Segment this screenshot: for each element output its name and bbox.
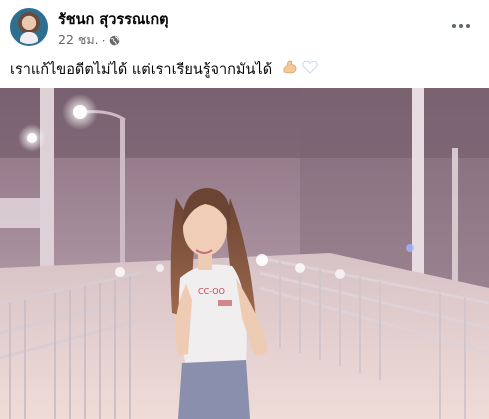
white-heart-emoji — [302, 60, 318, 74]
timestamp[interactable]: 22 ชม. — [58, 30, 99, 50]
caption-emojis — [281, 58, 319, 76]
facebook-post: รัชนก สุวรรณเกตุ 22 ชม. · เราแก้ไขอดีตไม… — [0, 0, 489, 419]
flexed-biceps-emoji — [283, 60, 297, 74]
post-header: รัชนก สุวรรณเกตุ 22 ชม. · — [10, 6, 479, 50]
caption-text: เราแก้ไขอดีตไม่ได้ แต่เราเรียนรู้จากมันไ… — [10, 62, 273, 78]
shirt-print: CC-OO — [198, 287, 225, 296]
more-options-icon[interactable] — [449, 16, 473, 36]
post-meta: 22 ชม. · — [58, 30, 120, 50]
photo-scene: CC-OO — [0, 88, 489, 419]
post-photo[interactable]: CC-OO — [0, 88, 489, 419]
meta-separator: · — [101, 32, 106, 48]
author-name[interactable]: รัชนก สุวรรณเกตุ — [58, 8, 169, 31]
post-caption: เราแก้ไขอดีตไม่ได้ แต่เราเรียนรู้จากมันไ… — [10, 58, 479, 81]
globe-icon[interactable] — [109, 35, 120, 46]
avatar[interactable] — [10, 8, 48, 46]
